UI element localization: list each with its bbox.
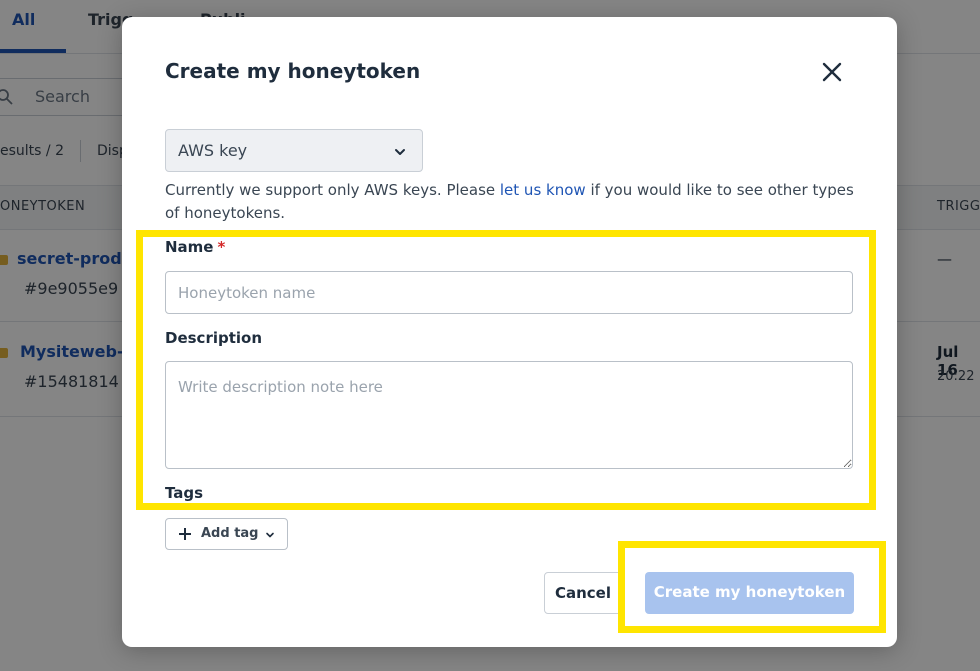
- description-textarea[interactable]: [165, 361, 853, 469]
- cancel-label: Cancel: [554, 584, 611, 602]
- required-asterisk: *: [217, 238, 226, 256]
- create-label: Create my honeytoken: [653, 583, 846, 601]
- let-us-know-link[interactable]: let us know: [500, 181, 586, 199]
- plus-icon: [179, 528, 191, 540]
- name-label-text: Name: [165, 238, 214, 256]
- tags-label: Tags: [165, 484, 204, 502]
- name-label: Name *: [165, 238, 225, 256]
- help-text-before: Currently we support only AWS keys. Plea…: [165, 181, 500, 199]
- help-text: Currently we support only AWS keys. Plea…: [165, 179, 865, 225]
- cancel-button[interactable]: Cancel: [544, 572, 622, 614]
- honeytoken-type-select[interactable]: AWS key: [165, 129, 423, 172]
- chevron-down-icon: [266, 532, 274, 538]
- honeytoken-name-input[interactable]: [165, 271, 853, 314]
- add-tag-button[interactable]: Add tag: [165, 518, 288, 550]
- create-honeytoken-button[interactable]: Create my honeytoken: [645, 572, 854, 614]
- select-value: AWS key: [178, 141, 248, 160]
- add-tag-label: Add tag: [201, 526, 259, 541]
- modal-title: Create my honeytoken: [165, 59, 421, 83]
- close-icon: [822, 62, 842, 82]
- description-label: Description: [165, 329, 263, 347]
- close-button[interactable]: [817, 57, 847, 87]
- create-honeytoken-modal: Create my honeytoken AWS key Currently w…: [122, 17, 897, 647]
- chevron-down-icon: [395, 149, 405, 155]
